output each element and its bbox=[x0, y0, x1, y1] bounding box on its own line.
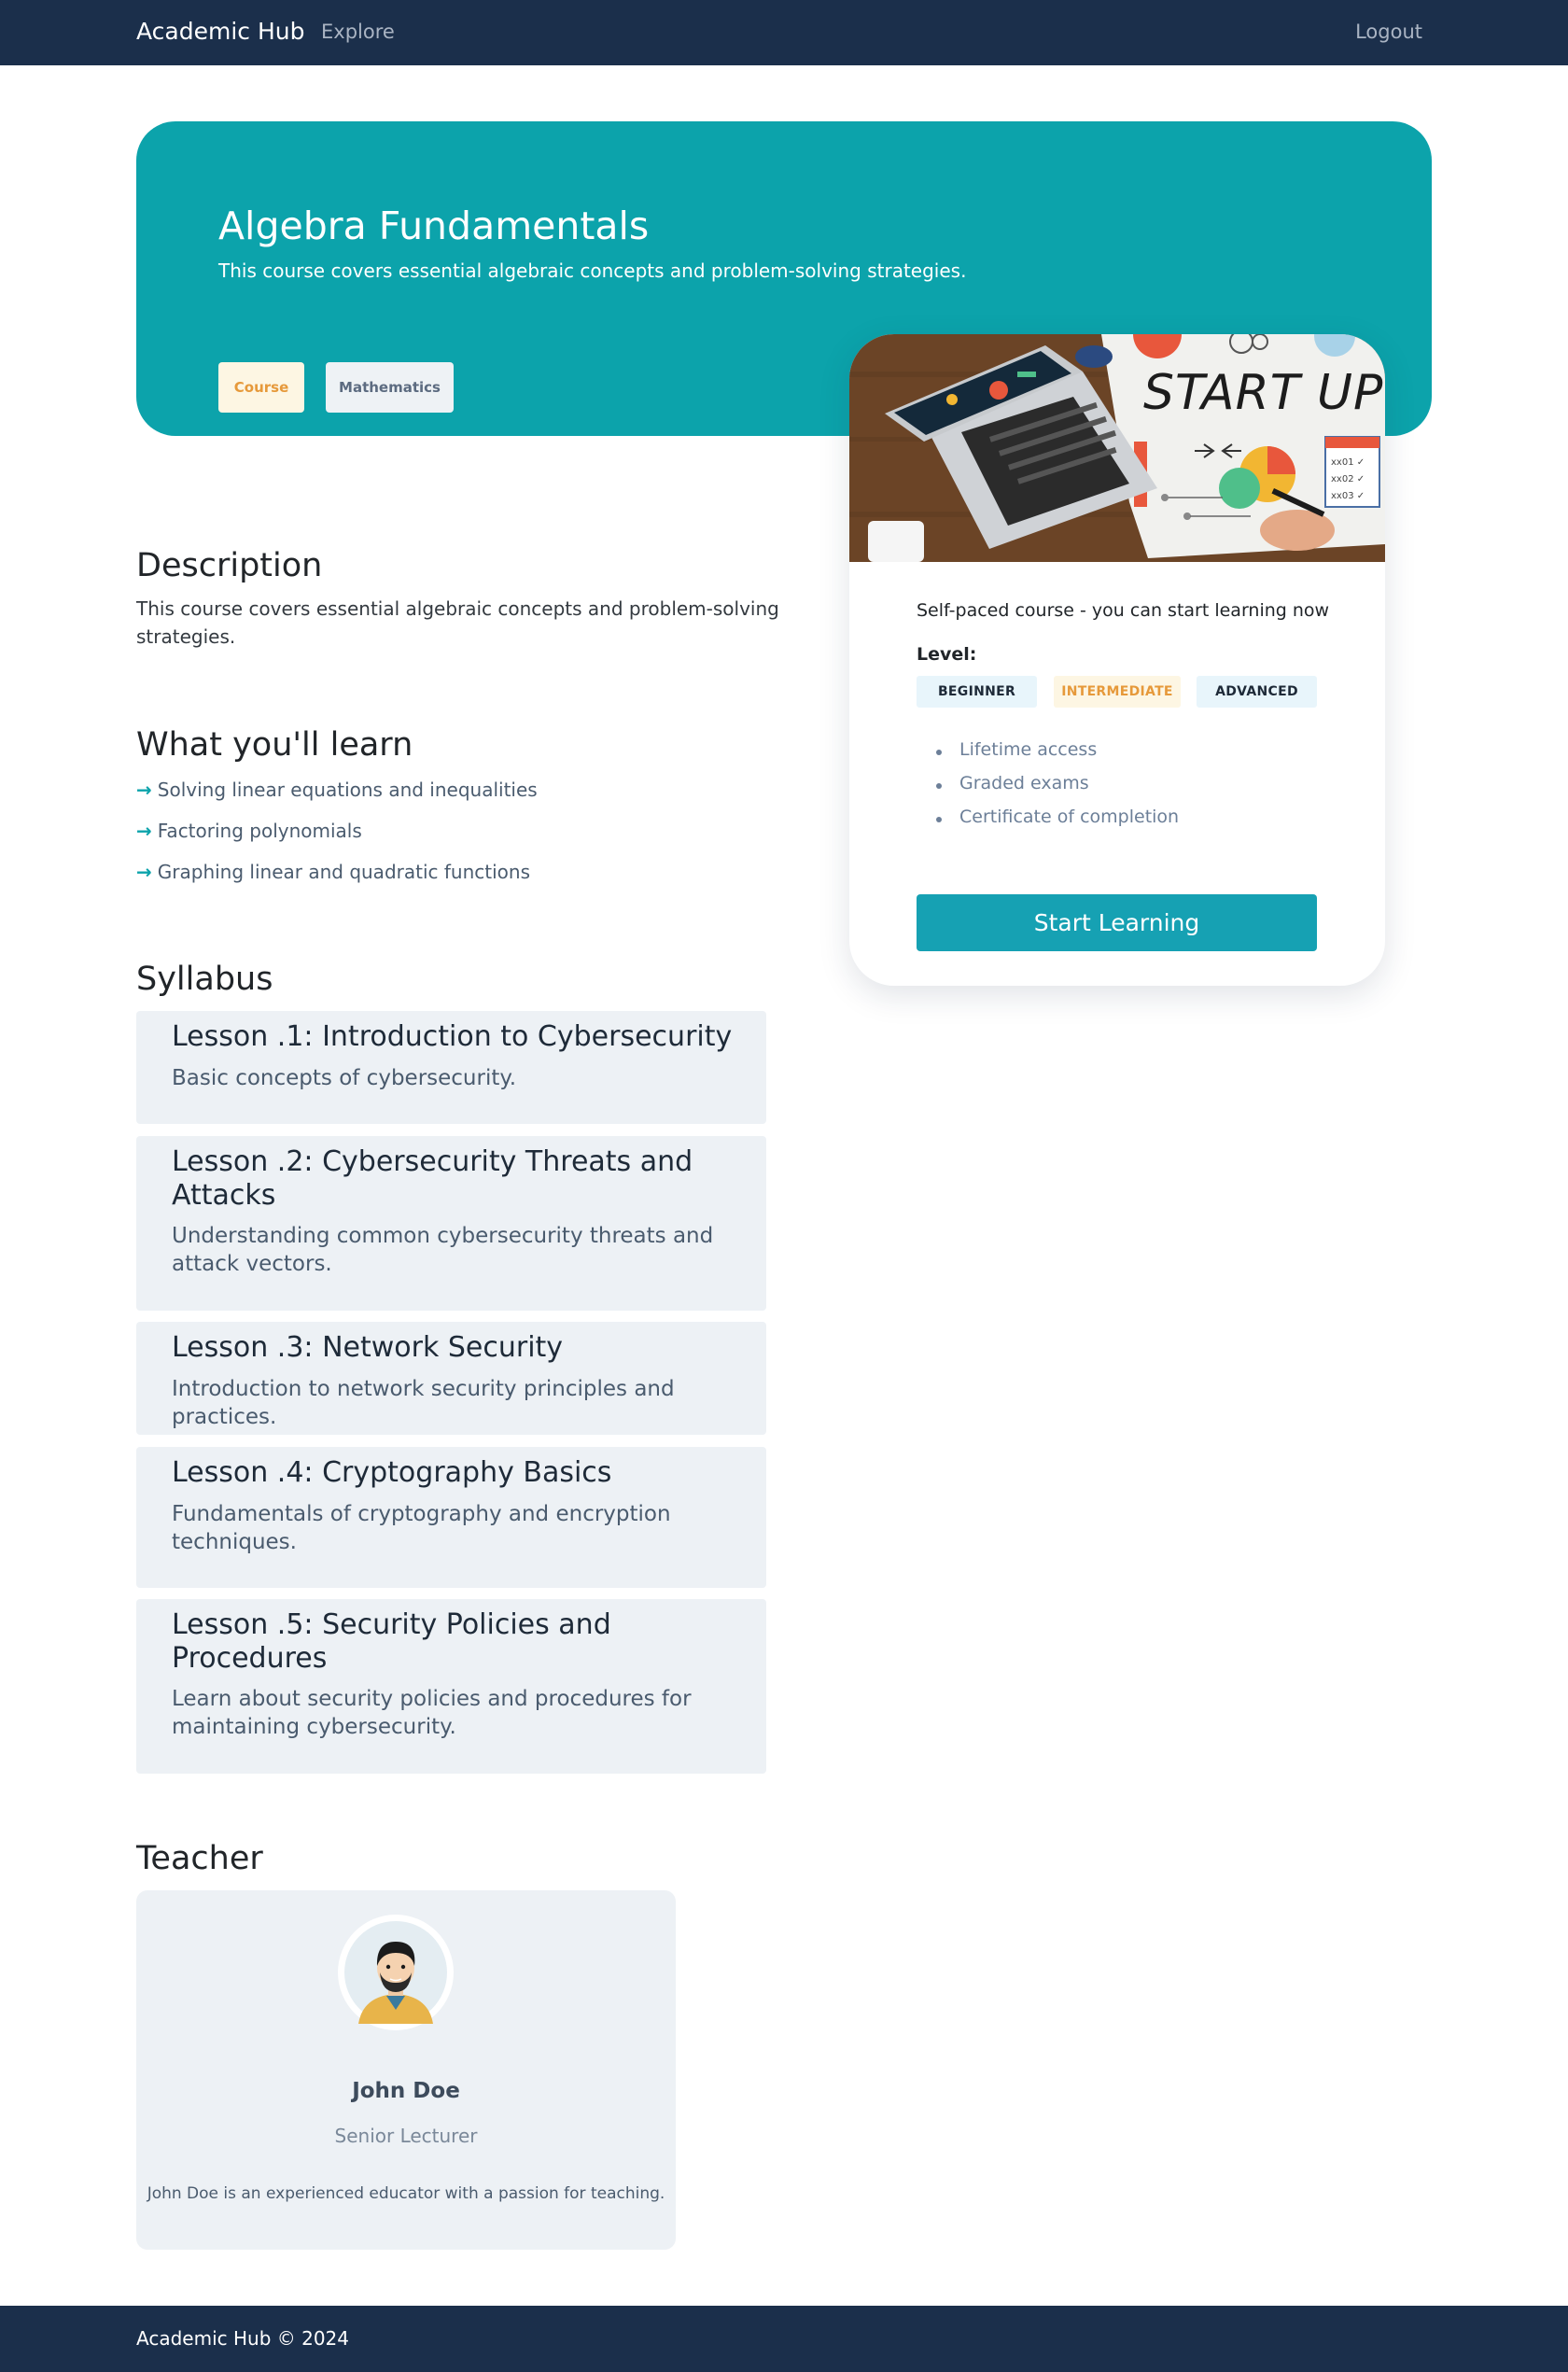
teacher-role: Senior Lecturer bbox=[334, 2125, 478, 2147]
lesson-card[interactable]: Lesson .4: Cryptography Basics Fundament… bbox=[136, 1447, 766, 1588]
feature-item: Lifetime access bbox=[935, 739, 1098, 760]
lesson-description: Learn about security policies and proced… bbox=[172, 1687, 692, 1739]
course-enroll-card: START UP xx01 ✓ xx02 ✓ xx03 ✓ Self-paced… bbox=[849, 334, 1385, 986]
level-badge-intermediate: INTERMEDIATE bbox=[1054, 676, 1181, 708]
lesson-title: Lesson .4: Cryptography Basics bbox=[172, 1456, 612, 1489]
description-heading: Description bbox=[136, 547, 323, 584]
feature-item: Graded exams bbox=[936, 773, 1089, 793]
availability-text: Self-paced course - you can start learni… bbox=[917, 600, 1330, 621]
teacher-card: John Doe Senior Lecturer John Doe is an … bbox=[136, 1890, 676, 2250]
level-badge-beginner: BEGINNER bbox=[917, 676, 1037, 708]
lesson-title: Lesson .5: Security Policies and Procedu… bbox=[172, 1608, 611, 1675]
course-subtitle: This course covers essential algebraic c… bbox=[218, 260, 967, 282]
lesson-card[interactable]: Lesson .3: Network Security Introduction… bbox=[136, 1322, 766, 1435]
arrow-right-icon: → bbox=[136, 820, 152, 842]
lesson-card[interactable]: Lesson .2: Cybersecurity Threats and Att… bbox=[136, 1136, 766, 1311]
svg-text:START UP: START UP bbox=[1143, 365, 1383, 421]
lesson-title: Lesson .1: Introduction to Cybersecurity bbox=[172, 1020, 733, 1053]
learn-item-text: Factoring polynomials bbox=[157, 820, 362, 842]
footer: Academic Hub © 2024 bbox=[0, 2306, 1568, 2372]
learn-item: → Factoring polynomials bbox=[136, 820, 362, 842]
avatar bbox=[338, 1915, 454, 2030]
svg-text:xx03 ✓: xx03 ✓ bbox=[1331, 491, 1365, 501]
top-navbar: Academic Hub Explore Logout bbox=[0, 0, 1568, 65]
lesson-card[interactable]: Lesson .1: Introduction to Cybersecurity… bbox=[136, 1011, 766, 1124]
course-title: Algebra Fundamentals bbox=[218, 204, 650, 248]
lesson-description: Introduction to network security princip… bbox=[172, 1377, 675, 1429]
svg-text:xx01 ✓: xx01 ✓ bbox=[1331, 457, 1365, 468]
lesson-card[interactable]: Lesson .5: Security Policies and Procedu… bbox=[136, 1599, 766, 1774]
description-text: This course covers essential algebraic c… bbox=[136, 597, 779, 648]
lesson-description: Understanding common cybersecurity threa… bbox=[172, 1224, 714, 1276]
learn-item: → Graphing linear and quadratic functions bbox=[136, 861, 530, 883]
arrow-right-icon: → bbox=[136, 779, 152, 801]
syllabus-heading: Syllabus bbox=[136, 961, 273, 998]
teacher-bio: John Doe is an experienced educator with… bbox=[147, 2184, 665, 2203]
learn-item-text: Graphing linear and quadratic functions bbox=[157, 861, 530, 883]
arrow-right-icon: → bbox=[136, 861, 152, 883]
brand-link[interactable]: Academic Hub bbox=[136, 18, 304, 45]
course-type-badge: Course bbox=[218, 362, 304, 413]
learn-heading: What you'll learn bbox=[136, 726, 413, 764]
lesson-description: Fundamentals of cryptography and encrypt… bbox=[172, 1502, 671, 1554]
start-learning-button[interactable]: Start Learning bbox=[917, 894, 1317, 951]
learn-item-text: Solving linear equations and inequalitie… bbox=[157, 779, 538, 801]
teacher-heading: Teacher bbox=[136, 1840, 263, 1877]
subject-badge: Mathematics bbox=[326, 362, 454, 413]
lesson-title: Lesson .2: Cybersecurity Threats and Att… bbox=[172, 1145, 693, 1212]
feature-item: Certificate of completion bbox=[935, 807, 1180, 827]
level-badge-advanced: ADVANCED bbox=[1197, 676, 1317, 708]
teacher-avatar-icon bbox=[344, 1921, 447, 2024]
svg-text:xx02 ✓: xx02 ✓ bbox=[1331, 474, 1365, 484]
course-cover-image: START UP xx01 ✓ xx02 ✓ xx03 ✓ bbox=[849, 334, 1385, 562]
footer-copyright: Academic Hub © 2024 bbox=[136, 2327, 349, 2350]
level-label: Level: bbox=[917, 644, 977, 665]
lesson-description: Basic concepts of cybersecurity. bbox=[172, 1066, 517, 1090]
logout-link[interactable]: Logout bbox=[1355, 21, 1422, 43]
teacher-name: John Doe bbox=[352, 2079, 460, 2103]
nav-explore-link[interactable]: Explore bbox=[321, 21, 395, 43]
lesson-title: Lesson .3: Network Security bbox=[172, 1331, 564, 1364]
learn-item: → Solving linear equations and inequaliti… bbox=[136, 779, 538, 801]
